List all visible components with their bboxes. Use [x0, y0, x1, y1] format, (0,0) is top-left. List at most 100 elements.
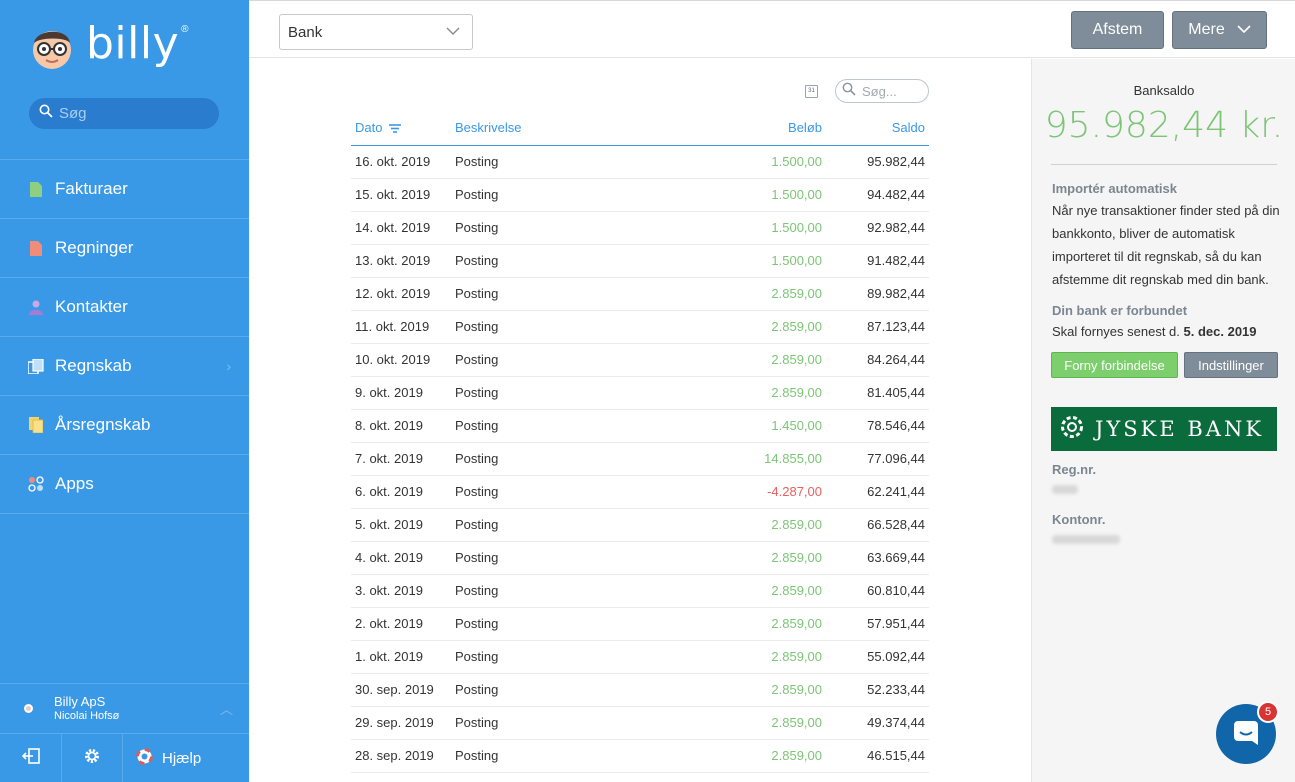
- table-row[interactable]: 3. okt. 2019 Posting 2.859,00 60.810,44: [351, 574, 929, 608]
- transactions-body: 16. okt. 2019 Posting 1.500,00 95.982,44 15.…: [351, 145, 929, 773]
- bill-icon: [28, 239, 44, 257]
- cell-amount: 2.859,00: [651, 706, 826, 740]
- cell-amount: 2.859,00: [651, 310, 826, 344]
- table-search-input[interactable]: [862, 83, 922, 99]
- afstem-button[interactable]: Afstem: [1071, 11, 1164, 49]
- table-search[interactable]: [835, 79, 929, 103]
- cell-description: Posting: [451, 409, 651, 443]
- column-header-balance[interactable]: Saldo: [826, 111, 929, 146]
- column-header-description[interactable]: Beskrivelse: [451, 111, 651, 146]
- cell-amount: 2.859,00: [651, 640, 826, 674]
- cell-description: Posting: [451, 277, 651, 311]
- table-row[interactable]: 4. okt. 2019 Posting 2.859,00 63.669,44: [351, 541, 929, 575]
- cell-balance: 92.982,44: [826, 211, 929, 245]
- table-row[interactable]: 8. okt. 2019 Posting 1.450,00 78.546,44: [351, 409, 929, 443]
- cell-date: 15. okt. 2019: [351, 178, 451, 212]
- cell-amount: 2.859,00: [651, 574, 826, 608]
- sidebar-item-kontakter[interactable]: Kontakter: [0, 278, 249, 337]
- search-icon: [39, 104, 53, 123]
- reg-number-redacted: [1052, 485, 1078, 494]
- sidebar-item-label: Regnskab: [55, 356, 132, 375]
- column-header-date-label: Dato: [355, 119, 383, 135]
- table-row[interactable]: 10. okt. 2019 Posting 2.859,00 84.264,44: [351, 343, 929, 377]
- transactions-table: Dato Beskrivelse Beløb Saldo 16. okt. 20…: [351, 111, 929, 773]
- table-row[interactable]: 6. okt. 2019 Posting -4.287,00 62.241,44: [351, 475, 929, 509]
- cell-description: Posting: [451, 739, 651, 773]
- column-header-amount[interactable]: Beløb: [651, 111, 826, 146]
- sidebar-search[interactable]: [29, 98, 219, 129]
- chat-notification-badge: 5: [1257, 701, 1279, 723]
- table-row[interactable]: 12. okt. 2019 Posting 2.859,00 89.982,44: [351, 277, 929, 311]
- cell-description: Posting: [451, 475, 651, 509]
- account-number-redacted: [1052, 535, 1120, 544]
- cell-date: 16. okt. 2019: [351, 145, 451, 179]
- divider: [1051, 164, 1277, 165]
- help-label: Hjælp: [162, 750, 202, 767]
- table-row[interactable]: 29. sep. 2019 Posting 2.859,00 49.374,44: [351, 706, 929, 740]
- account-switcher[interactable]: Billy ApS Nicolai Hofsø ︿: [0, 683, 249, 733]
- cell-amount: 2.859,00: [651, 277, 826, 311]
- cell-date: 30. sep. 2019: [351, 673, 451, 707]
- chevron-up-icon: ︿: [219, 702, 233, 717]
- table-row[interactable]: 28. sep. 2019 Posting 2.859,00 46.515,44: [351, 739, 929, 773]
- cell-balance: 55.092,44: [826, 640, 929, 674]
- cell-amount: 1.500,00: [651, 178, 826, 212]
- reg-label: Reg.nr.: [1052, 462, 1097, 477]
- brand-reg-mark: ®: [181, 23, 189, 35]
- column-header-date[interactable]: Dato: [351, 111, 451, 146]
- renew-connection-button[interactable]: Forny forbindelse: [1051, 352, 1178, 378]
- cell-balance: 78.546,44: [826, 409, 929, 443]
- annual-report-icon: [28, 416, 44, 434]
- bank-settings-button[interactable]: Indstillinger: [1184, 352, 1278, 378]
- table-row[interactable]: 14. okt. 2019 Posting 1.500,00 92.982,44: [351, 211, 929, 245]
- settings-button[interactable]: [62, 734, 123, 782]
- sidebar-item-label: Årsregnskab: [55, 415, 151, 434]
- cell-amount: 1.450,00: [651, 409, 826, 443]
- cell-balance: 46.515,44: [826, 739, 929, 773]
- table-row[interactable]: 15. okt. 2019 Posting 1.500,00 94.482,44: [351, 178, 929, 212]
- accounting-icon: [28, 357, 44, 375]
- logout-button[interactable]: [0, 734, 62, 782]
- table-row[interactable]: 1. okt. 2019 Posting 2.859,00 55.092,44: [351, 640, 929, 674]
- sidebar-search-input[interactable]: [59, 105, 209, 122]
- bank-account-select[interactable]: Bank: [279, 14, 473, 50]
- chevron-right-icon: ›: [226, 358, 231, 374]
- cell-balance: 63.669,44: [826, 541, 929, 575]
- sidebar-item-regnskab[interactable]: Regnskab ›: [0, 337, 249, 396]
- cell-date: 14. okt. 2019: [351, 211, 451, 245]
- sidebar-item-apps[interactable]: Apps: [0, 455, 249, 514]
- table-row[interactable]: 7. okt. 2019 Posting 14.855,00 77.096,44: [351, 442, 929, 476]
- table-tools: 31: [805, 79, 929, 103]
- table-row[interactable]: 13. okt. 2019 Posting 1.500,00 91.482,44: [351, 244, 929, 278]
- cell-amount: 2.859,00: [651, 508, 826, 542]
- cell-description: Posting: [451, 145, 651, 179]
- account-label: Kontonr.: [1052, 512, 1106, 527]
- cell-balance: 84.264,44: [826, 343, 929, 377]
- billy-mascot-icon: [28, 23, 76, 71]
- cell-date: 5. okt. 2019: [351, 508, 451, 542]
- table-row[interactable]: 5. okt. 2019 Posting 2.859,00 66.528,44: [351, 508, 929, 542]
- sidebar-footer: Hjælp: [0, 733, 249, 782]
- table-row[interactable]: 16. okt. 2019 Posting 1.500,00 95.982,44: [351, 145, 929, 179]
- table-row[interactable]: 30. sep. 2019 Posting 2.859,00 52.233,44: [351, 673, 929, 707]
- renew-date: 5. dec. 2019: [1183, 324, 1257, 339]
- cell-balance: 49.374,44: [826, 706, 929, 740]
- table-row[interactable]: 2. okt. 2019 Posting 2.859,00 57.951,44: [351, 607, 929, 641]
- sidebar-item-regninger[interactable]: Regninger: [0, 219, 249, 278]
- cell-description: Posting: [451, 343, 651, 377]
- contact-icon: [28, 298, 44, 316]
- cell-description: Posting: [451, 706, 651, 740]
- sidebar-item-arsregnskab[interactable]: Årsregnskab: [0, 396, 249, 455]
- sidebar-item-fakturaer[interactable]: Fakturaer: [0, 160, 249, 219]
- cell-balance: 94.482,44: [826, 178, 929, 212]
- calendar-icon[interactable]: 31: [805, 84, 818, 98]
- table-row[interactable]: 9. okt. 2019 Posting 2.859,00 81.405,44: [351, 376, 929, 410]
- cell-date: 28. sep. 2019: [351, 739, 451, 773]
- cell-balance: 57.951,44: [826, 607, 929, 641]
- billy-logo[interactable]: billy ®: [28, 20, 189, 74]
- cell-date: 7. okt. 2019: [351, 442, 451, 476]
- help-button[interactable]: Hjælp: [123, 734, 249, 782]
- invoice-icon: [28, 180, 44, 198]
- table-row[interactable]: 11. okt. 2019 Posting 2.859,00 87.123,44: [351, 310, 929, 344]
- mere-button[interactable]: Mere: [1172, 11, 1267, 49]
